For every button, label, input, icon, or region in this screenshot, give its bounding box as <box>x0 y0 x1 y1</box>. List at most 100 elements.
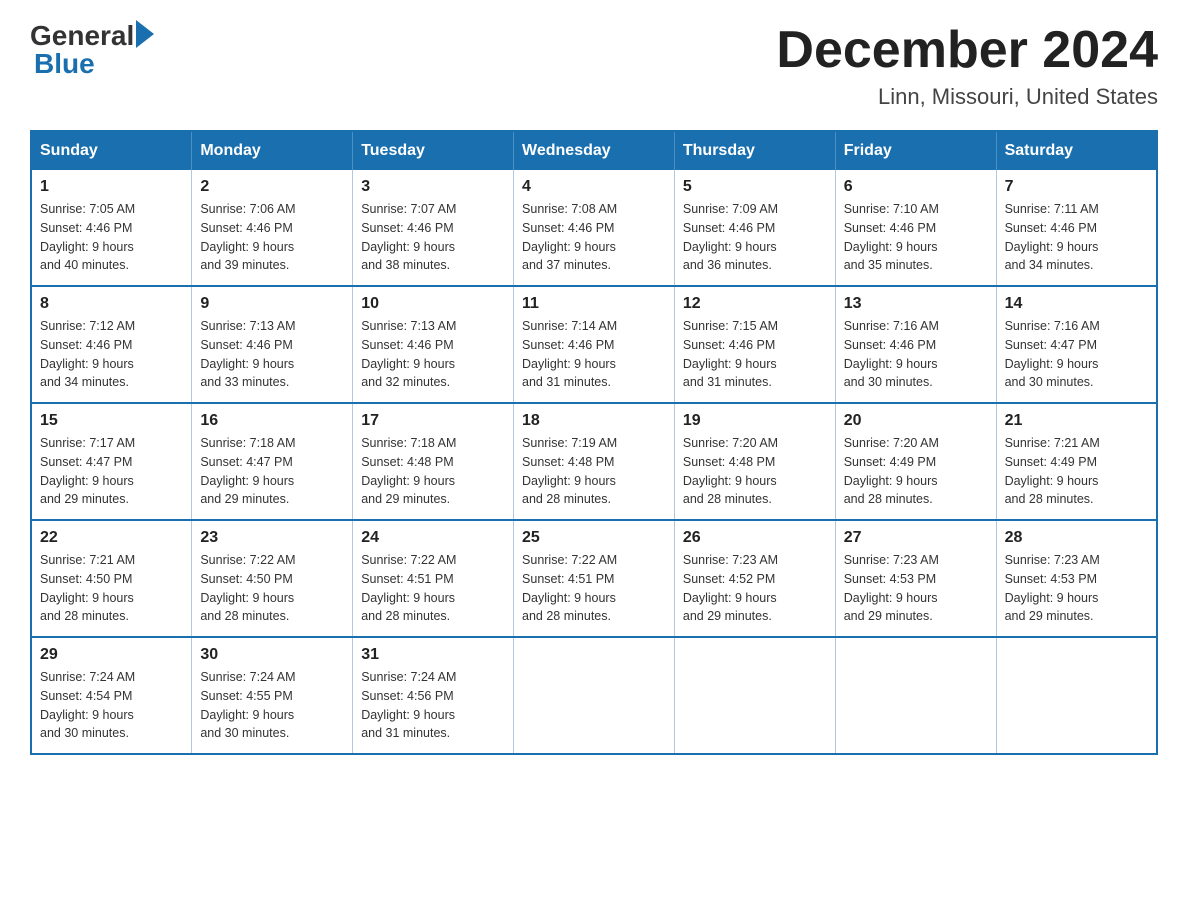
day-number: 24 <box>361 529 505 547</box>
calendar-cell: 23 Sunrise: 7:22 AMSunset: 4:50 PMDaylig… <box>192 520 353 637</box>
calendar-cell: 30 Sunrise: 7:24 AMSunset: 4:55 PMDaylig… <box>192 637 353 754</box>
calendar-cell: 5 Sunrise: 7:09 AMSunset: 4:46 PMDayligh… <box>674 170 835 286</box>
day-number: 19 <box>683 412 827 430</box>
logo-arrow-icon <box>136 20 154 48</box>
day-info: Sunrise: 7:18 AMSunset: 4:48 PMDaylight:… <box>361 434 505 509</box>
day-info: Sunrise: 7:21 AMSunset: 4:49 PMDaylight:… <box>1005 434 1148 509</box>
calendar-cell: 4 Sunrise: 7:08 AMSunset: 4:46 PMDayligh… <box>514 170 675 286</box>
calendar-week-row: 22 Sunrise: 7:21 AMSunset: 4:50 PMDaylig… <box>31 520 1157 637</box>
day-number: 15 <box>40 412 183 430</box>
calendar-cell <box>835 637 996 754</box>
calendar-cell: 9 Sunrise: 7:13 AMSunset: 4:46 PMDayligh… <box>192 286 353 403</box>
calendar-cell: 13 Sunrise: 7:16 AMSunset: 4:46 PMDaylig… <box>835 286 996 403</box>
day-info: Sunrise: 7:08 AMSunset: 4:46 PMDaylight:… <box>522 200 666 275</box>
day-info: Sunrise: 7:23 AMSunset: 4:53 PMDaylight:… <box>1005 551 1148 626</box>
calendar-cell <box>514 637 675 754</box>
day-number: 30 <box>200 646 344 664</box>
day-number: 20 <box>844 412 988 430</box>
calendar-cell: 19 Sunrise: 7:20 AMSunset: 4:48 PMDaylig… <box>674 403 835 520</box>
calendar-cell: 11 Sunrise: 7:14 AMSunset: 4:46 PMDaylig… <box>514 286 675 403</box>
day-info: Sunrise: 7:13 AMSunset: 4:46 PMDaylight:… <box>200 317 344 392</box>
day-info: Sunrise: 7:24 AMSunset: 4:56 PMDaylight:… <box>361 668 505 743</box>
weekday-header-thursday: Thursday <box>674 131 835 170</box>
day-number: 4 <box>522 178 666 196</box>
calendar-cell: 16 Sunrise: 7:18 AMSunset: 4:47 PMDaylig… <box>192 403 353 520</box>
calendar-week-row: 1 Sunrise: 7:05 AMSunset: 4:46 PMDayligh… <box>31 170 1157 286</box>
calendar-cell <box>996 637 1157 754</box>
calendar-cell: 6 Sunrise: 7:10 AMSunset: 4:46 PMDayligh… <box>835 170 996 286</box>
calendar-cell: 17 Sunrise: 7:18 AMSunset: 4:48 PMDaylig… <box>353 403 514 520</box>
calendar-cell: 22 Sunrise: 7:21 AMSunset: 4:50 PMDaylig… <box>31 520 192 637</box>
day-number: 17 <box>361 412 505 430</box>
location-title: Linn, Missouri, United States <box>776 84 1158 110</box>
calendar-cell: 14 Sunrise: 7:16 AMSunset: 4:47 PMDaylig… <box>996 286 1157 403</box>
day-number: 22 <box>40 529 183 547</box>
day-info: Sunrise: 7:22 AMSunset: 4:51 PMDaylight:… <box>361 551 505 626</box>
day-info: Sunrise: 7:17 AMSunset: 4:47 PMDaylight:… <box>40 434 183 509</box>
calendar-cell: 2 Sunrise: 7:06 AMSunset: 4:46 PMDayligh… <box>192 170 353 286</box>
day-number: 5 <box>683 178 827 196</box>
day-number: 27 <box>844 529 988 547</box>
day-info: Sunrise: 7:15 AMSunset: 4:46 PMDaylight:… <box>683 317 827 392</box>
day-info: Sunrise: 7:20 AMSunset: 4:48 PMDaylight:… <box>683 434 827 509</box>
day-number: 14 <box>1005 295 1148 313</box>
calendar-cell: 7 Sunrise: 7:11 AMSunset: 4:46 PMDayligh… <box>996 170 1157 286</box>
day-number: 21 <box>1005 412 1148 430</box>
day-info: Sunrise: 7:20 AMSunset: 4:49 PMDaylight:… <box>844 434 988 509</box>
day-number: 6 <box>844 178 988 196</box>
day-info: Sunrise: 7:05 AMSunset: 4:46 PMDaylight:… <box>40 200 183 275</box>
weekday-header-saturday: Saturday <box>996 131 1157 170</box>
page-header: General Blue December 2024 Linn, Missour… <box>30 20 1158 110</box>
calendar-cell: 12 Sunrise: 7:15 AMSunset: 4:46 PMDaylig… <box>674 286 835 403</box>
calendar-cell: 26 Sunrise: 7:23 AMSunset: 4:52 PMDaylig… <box>674 520 835 637</box>
logo-blue-text: Blue <box>34 48 95 80</box>
calendar-cell: 27 Sunrise: 7:23 AMSunset: 4:53 PMDaylig… <box>835 520 996 637</box>
day-number: 1 <box>40 178 183 196</box>
day-number: 10 <box>361 295 505 313</box>
day-info: Sunrise: 7:10 AMSunset: 4:46 PMDaylight:… <box>844 200 988 275</box>
calendar-cell: 15 Sunrise: 7:17 AMSunset: 4:47 PMDaylig… <box>31 403 192 520</box>
month-title: December 2024 <box>776 20 1158 80</box>
weekday-header-wednesday: Wednesday <box>514 131 675 170</box>
calendar-cell <box>674 637 835 754</box>
day-number: 16 <box>200 412 344 430</box>
calendar-cell: 20 Sunrise: 7:20 AMSunset: 4:49 PMDaylig… <box>835 403 996 520</box>
calendar-cell: 8 Sunrise: 7:12 AMSunset: 4:46 PMDayligh… <box>31 286 192 403</box>
calendar-cell: 31 Sunrise: 7:24 AMSunset: 4:56 PMDaylig… <box>353 637 514 754</box>
day-number: 2 <box>200 178 344 196</box>
calendar-cell: 21 Sunrise: 7:21 AMSunset: 4:49 PMDaylig… <box>996 403 1157 520</box>
day-number: 11 <box>522 295 666 313</box>
calendar-cell: 28 Sunrise: 7:23 AMSunset: 4:53 PMDaylig… <box>996 520 1157 637</box>
calendar-cell: 1 Sunrise: 7:05 AMSunset: 4:46 PMDayligh… <box>31 170 192 286</box>
day-info: Sunrise: 7:07 AMSunset: 4:46 PMDaylight:… <box>361 200 505 275</box>
day-info: Sunrise: 7:09 AMSunset: 4:46 PMDaylight:… <box>683 200 827 275</box>
day-info: Sunrise: 7:16 AMSunset: 4:47 PMDaylight:… <box>1005 317 1148 392</box>
logo: General Blue <box>30 20 154 80</box>
day-number: 31 <box>361 646 505 664</box>
day-info: Sunrise: 7:16 AMSunset: 4:46 PMDaylight:… <box>844 317 988 392</box>
day-info: Sunrise: 7:19 AMSunset: 4:48 PMDaylight:… <box>522 434 666 509</box>
day-number: 29 <box>40 646 183 664</box>
calendar-cell: 10 Sunrise: 7:13 AMSunset: 4:46 PMDaylig… <box>353 286 514 403</box>
weekday-header-friday: Friday <box>835 131 996 170</box>
calendar-cell: 29 Sunrise: 7:24 AMSunset: 4:54 PMDaylig… <box>31 637 192 754</box>
calendar-week-row: 15 Sunrise: 7:17 AMSunset: 4:47 PMDaylig… <box>31 403 1157 520</box>
calendar-cell: 3 Sunrise: 7:07 AMSunset: 4:46 PMDayligh… <box>353 170 514 286</box>
day-info: Sunrise: 7:21 AMSunset: 4:50 PMDaylight:… <box>40 551 183 626</box>
calendar-cell: 25 Sunrise: 7:22 AMSunset: 4:51 PMDaylig… <box>514 520 675 637</box>
day-info: Sunrise: 7:18 AMSunset: 4:47 PMDaylight:… <box>200 434 344 509</box>
day-number: 18 <box>522 412 666 430</box>
day-info: Sunrise: 7:24 AMSunset: 4:54 PMDaylight:… <box>40 668 183 743</box>
day-number: 7 <box>1005 178 1148 196</box>
calendar-cell: 18 Sunrise: 7:19 AMSunset: 4:48 PMDaylig… <box>514 403 675 520</box>
day-info: Sunrise: 7:22 AMSunset: 4:50 PMDaylight:… <box>200 551 344 626</box>
day-info: Sunrise: 7:14 AMSunset: 4:46 PMDaylight:… <box>522 317 666 392</box>
day-number: 26 <box>683 529 827 547</box>
weekday-header-tuesday: Tuesday <box>353 131 514 170</box>
day-info: Sunrise: 7:13 AMSunset: 4:46 PMDaylight:… <box>361 317 505 392</box>
day-number: 23 <box>200 529 344 547</box>
day-info: Sunrise: 7:11 AMSunset: 4:46 PMDaylight:… <box>1005 200 1148 275</box>
day-number: 9 <box>200 295 344 313</box>
weekday-header-sunday: Sunday <box>31 131 192 170</box>
day-number: 12 <box>683 295 827 313</box>
